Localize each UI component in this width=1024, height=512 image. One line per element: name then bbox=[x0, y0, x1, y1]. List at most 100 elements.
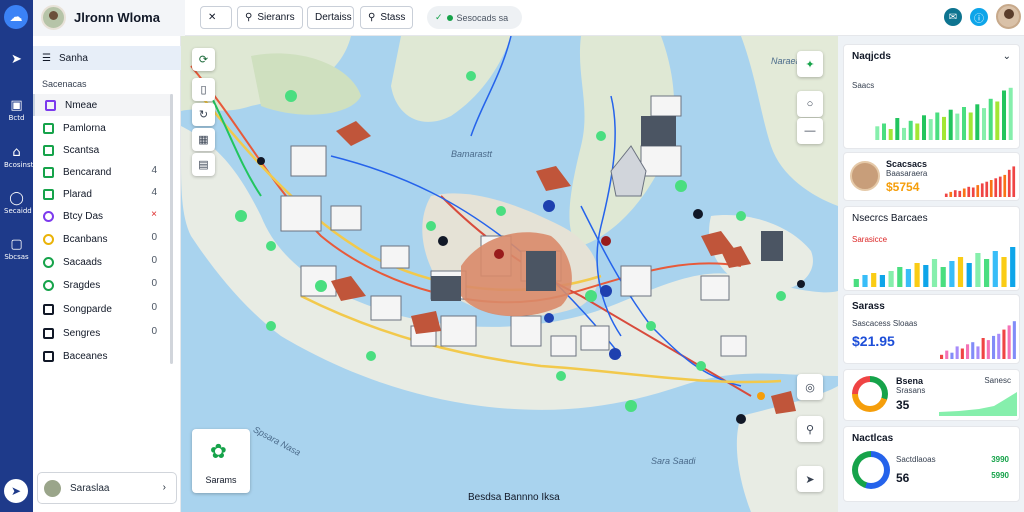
zoom-in-icon[interactable]: ○ bbox=[797, 91, 823, 117]
rail-item-label: Secaidd bbox=[4, 207, 32, 215]
chevron-down-icon[interactable]: ⌄ bbox=[1003, 51, 1011, 62]
app-logo-icon[interactable]: ☁ bbox=[4, 5, 28, 29]
card-subtitle: Srasans bbox=[896, 386, 926, 395]
chart-bar bbox=[950, 352, 954, 359]
map-legend-label: Sarams bbox=[205, 475, 237, 485]
sidebar-item[interactable]: Songparde 0 bbox=[33, 298, 173, 320]
category-icon bbox=[43, 233, 54, 245]
map-grid-icon[interactable]: ▦ bbox=[192, 128, 215, 151]
map-share-icon[interactable]: ✦ bbox=[797, 51, 823, 77]
sidebar-search[interactable]: ☰ Sanha bbox=[33, 46, 181, 70]
map-legend-card[interactable]: ✿ Sarams bbox=[192, 429, 250, 493]
card-stat: 3990 bbox=[991, 455, 1009, 464]
chart-bar bbox=[1008, 87, 1013, 140]
sidebar-item[interactable]: Bencarand 4 bbox=[33, 161, 173, 183]
sidebar-scrollbar[interactable] bbox=[170, 94, 173, 364]
sales-card[interactable]: Nsecrcs Barcaes Sarasicce bbox=[843, 206, 1020, 291]
sidebar-item[interactable]: Nmeae bbox=[33, 94, 173, 116]
card-title: Nsecrcs Barcaes bbox=[852, 213, 928, 224]
category-icon bbox=[43, 122, 54, 134]
sidebar-item-label: Pamlorna bbox=[63, 122, 106, 134]
rail-item-square[interactable]: ▢ Sbcsas bbox=[4, 237, 29, 261]
revenue-card[interactable]: Sarass Sascacess Sloaas $21.95 bbox=[843, 294, 1020, 364]
rail-compass-icon[interactable]: ➤ bbox=[4, 479, 28, 503]
sidebar-item[interactable]: Sengres 0 bbox=[33, 322, 173, 344]
sidebar-item[interactable]: Sacaads 0 bbox=[33, 251, 173, 273]
chart-bar bbox=[905, 269, 911, 287]
chart-bar bbox=[945, 350, 949, 359]
chevron-right-icon: › bbox=[162, 482, 166, 493]
chart-bar bbox=[1012, 166, 1016, 197]
sidebar-item-count: 4 bbox=[151, 165, 157, 176]
status-pill[interactable]: ✓ Sesocads sa bbox=[427, 6, 522, 29]
sidebar-item[interactable]: Btcy Das × bbox=[33, 205, 173, 227]
messages-icon[interactable]: ✉ bbox=[944, 8, 962, 26]
rail-item-home[interactable]: ⌂ Bcosinst bbox=[4, 145, 33, 169]
chart-bar bbox=[915, 123, 920, 140]
sidebar-section-header: Sacenacas bbox=[42, 79, 87, 89]
rail-item-chat[interactable]: ◯ Secaidd bbox=[4, 191, 32, 215]
chart-bar bbox=[953, 190, 957, 197]
sidebar-item[interactable]: Sragdes 0 bbox=[33, 274, 173, 296]
app-title: Jlronn Wloma bbox=[74, 10, 160, 25]
donut-card-1[interactable]: Bsena Srasans 35 Sanesc bbox=[843, 369, 1020, 421]
map-rotate-icon[interactable]: ↻ bbox=[192, 103, 215, 126]
bar-chart bbox=[875, 87, 1013, 140]
chart-bar bbox=[1007, 169, 1011, 197]
rail-item-label: Sbcsas bbox=[4, 253, 29, 261]
rail-item-label: Bcosinst bbox=[4, 161, 34, 169]
profile-subtitle: Baasaraera bbox=[886, 169, 928, 178]
donut-card-2[interactable]: Nactlcas Sactdlaoas 56 3990 5990 bbox=[843, 426, 1020, 502]
category-icon bbox=[45, 99, 56, 111]
sidebar-user[interactable]: Saraslaa › bbox=[37, 472, 177, 504]
chart-bar bbox=[975, 253, 981, 287]
donut-chart bbox=[852, 376, 888, 412]
user-avatar[interactable] bbox=[996, 4, 1021, 29]
map-refresh-icon[interactable]: ⟳ bbox=[192, 48, 215, 71]
sidebar-item[interactable]: Plarad 4 bbox=[33, 183, 173, 205]
chart-bar bbox=[966, 344, 970, 359]
search-button[interactable]: ⚲ Sieranrs bbox=[237, 6, 303, 29]
chart-bar bbox=[984, 259, 990, 287]
sidebar-item[interactable]: Scantsa bbox=[33, 139, 173, 161]
analytics-card[interactable]: Naqjcds ⌄ Saacs bbox=[843, 44, 1020, 149]
card-subtitle: Sactdlaoas bbox=[896, 455, 936, 464]
avatar[interactable] bbox=[41, 5, 66, 30]
chart-bar bbox=[976, 185, 980, 197]
pin-icon[interactable]: ⚲ bbox=[797, 416, 823, 442]
chart-bar bbox=[935, 112, 940, 140]
category-icon bbox=[43, 303, 54, 315]
locate-icon[interactable]: ◎ bbox=[797, 374, 823, 400]
home-icon: ⌂ bbox=[12, 145, 21, 160]
chart-bar bbox=[988, 98, 993, 140]
map-layers-icon[interactable]: ▯ bbox=[192, 78, 215, 101]
profile-card[interactable]: Scacsacs Baasaraera $5754 bbox=[843, 152, 1020, 201]
chart-bar bbox=[992, 335, 996, 359]
chart-bar bbox=[879, 275, 885, 287]
close-button[interactable]: ✕ bbox=[200, 6, 232, 29]
zoom-out-icon[interactable]: — bbox=[797, 118, 823, 144]
sidebar-item[interactable]: Baceanes bbox=[33, 345, 173, 367]
navigate-icon[interactable]: ➤ bbox=[797, 466, 823, 492]
sidebar-item[interactable]: Bcanbans 0 bbox=[33, 228, 173, 250]
sidebar-item[interactable]: Pamlorna bbox=[33, 117, 173, 139]
sidebar-item-count: 0 bbox=[151, 302, 157, 313]
map-view[interactable]: Bamarastt Spsara Nasa Naraeae Sara Saadi… bbox=[181, 36, 838, 512]
chart-bar bbox=[957, 257, 964, 287]
chart-bar bbox=[908, 120, 913, 140]
map-chart-icon[interactable]: ▤ bbox=[192, 153, 215, 176]
sidebar-item-label: Nmeae bbox=[65, 99, 98, 111]
send-icon: ➤ bbox=[11, 52, 22, 67]
chart-bar bbox=[989, 180, 993, 197]
chart-bar bbox=[994, 178, 998, 197]
info-icon[interactable]: ⓘ bbox=[970, 8, 988, 26]
details-button[interactable]: Dertaiss bbox=[307, 6, 354, 29]
chart-bar bbox=[931, 259, 938, 287]
chart-bar bbox=[967, 186, 971, 197]
rail-item-documents[interactable]: ▣ Bctd bbox=[4, 98, 29, 122]
area-chart bbox=[939, 392, 1017, 416]
sidebar-item-label: Baceanes bbox=[63, 350, 108, 362]
stats-button[interactable]: ⚲ Stass bbox=[360, 6, 413, 29]
plant-icon: ✿ bbox=[210, 441, 227, 463]
rail-item-send[interactable]: ➤ bbox=[4, 52, 29, 68]
